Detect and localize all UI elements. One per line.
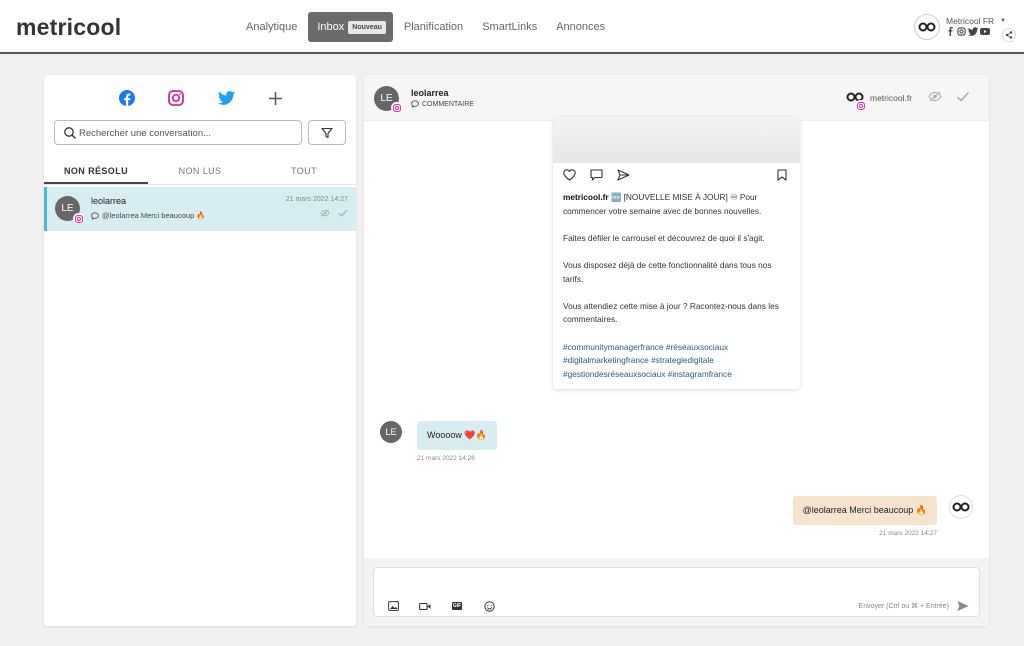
brand-avatar — [914, 14, 940, 40]
emoji-icon[interactable] — [482, 600, 496, 612]
conversation-item[interactable]: LE leolarrea 21 mars 2022 14:27 @leolarr… — [44, 187, 356, 231]
nav-analytics[interactable]: Analytique — [238, 12, 305, 42]
nav-inbox-label: Inbox — [317, 21, 345, 33]
network-filter — [44, 89, 356, 109]
conversation-tabs: NON RÉSOLU NON LUS TOUT — [44, 163, 356, 185]
thread-account-name: metricool.fr — [870, 93, 913, 103]
conversation-actions — [320, 209, 348, 217]
post-author: metricool.fr — [563, 192, 609, 202]
top-navbar: metricool Analytique Inbox Nouveau Planif… — [0, 0, 1024, 54]
account-name: Metricool FR — [946, 16, 995, 26]
post-line: Vous attendiez cette mise à jour ? Racon… — [563, 300, 779, 325]
conversation-list-panel: NON RÉSOLU NON LUS TOUT LE leolarrea 21 … — [44, 75, 356, 626]
facebook-small-icon — [948, 27, 953, 36]
conversation-preview: @leolarrea Merci beaucoup 🔥 — [91, 211, 206, 220]
thread-account: metricool.fr — [844, 90, 912, 111]
nav-inbox[interactable]: Inbox Nouveau — [308, 12, 393, 42]
heart-icon[interactable] — [563, 169, 576, 181]
gif-label: GIF — [451, 602, 463, 610]
tab-unresolved[interactable]: NON RÉSOLU — [44, 163, 148, 184]
send-icon[interactable] — [957, 600, 969, 612]
conversation-date: 21 mars 2022 14:27 — [285, 196, 348, 203]
share-icon[interactable] — [1002, 28, 1016, 42]
check-icon[interactable] — [338, 209, 348, 217]
message-list: metricool.fr 🆕 [NOUVELLE MISE À JOUR] ♾ … — [364, 117, 989, 558]
post-line: Vous disposez déjà de cette fonctionnali… — [563, 259, 772, 284]
post-caption: metricool.fr 🆕 [NOUVELLE MISE À JOUR] ♾ … — [563, 191, 793, 389]
composer-area: GIF Envoyer (Ctrl ou ⌘ + Entrée) — [364, 558, 989, 626]
image-icon[interactable] — [386, 600, 400, 612]
post-actions — [563, 169, 788, 183]
post-hashtags[interactable]: #communitymanagerfrance #réseauxsociaux … — [563, 341, 793, 382]
incoming-message-date: 21 mars 2022 14:26 — [417, 455, 475, 462]
thread-type: COMMENTAIRE — [411, 100, 474, 108]
nav-ads[interactable]: Annonces — [548, 12, 613, 42]
bookmark-icon[interactable] — [777, 169, 787, 181]
nav-smartlinks[interactable]: SmartLinks — [474, 12, 545, 42]
comment-icon — [91, 211, 99, 220]
mark-unread-eye-icon[interactable] — [928, 91, 942, 102]
new-badge: Nouveau — [348, 21, 386, 34]
reply-composer[interactable]: GIF Envoyer (Ctrl ou ⌘ + Entrée) — [373, 567, 980, 617]
nav-planning[interactable]: Planification — [396, 12, 471, 42]
tab-all[interactable]: TOUT — [252, 163, 356, 184]
thread-actions — [928, 91, 970, 102]
gif-icon[interactable]: GIF — [450, 600, 464, 612]
conversation-thread-panel: LE leolarrea COMMENTAIRE metricool.fr me… — [364, 75, 989, 626]
post-line: Faites défiler le carrousel et découvrez… — [563, 232, 765, 243]
thread-header: LE leolarrea COMMENTAIRE metricool.fr — [364, 75, 989, 121]
youtube-small-icon — [980, 28, 990, 35]
twitter-small-icon — [968, 27, 978, 36]
outgoing-message: @leolarrea Merci beaucoup 🔥 — [792, 496, 937, 525]
tab-unread[interactable]: NON LUS — [148, 163, 252, 184]
instagram-icon[interactable] — [167, 89, 185, 107]
conversation-search — [54, 120, 302, 145]
metricool-logo[interactable]: metricool — [16, 14, 121, 41]
composer-tools: GIF — [386, 600, 496, 612]
account-switcher[interactable]: Metricool FR ▼ — [914, 14, 1018, 42]
comment-icon — [411, 100, 419, 108]
instagram-badge-icon — [391, 102, 402, 113]
account-network-icons — [946, 27, 990, 36]
plus-icon[interactable] — [266, 89, 284, 107]
comment-icon[interactable] — [590, 169, 603, 181]
twitter-icon[interactable] — [217, 89, 235, 107]
thread-type-label: COMMENTAIRE — [422, 100, 474, 108]
outgoing-message-date: 21 mars 2022 14:27 — [879, 530, 937, 537]
conversation-name: leolarrea — [91, 196, 127, 206]
filter-button[interactable] — [308, 120, 346, 145]
metricool-brand-icon — [918, 22, 936, 32]
facebook-icon[interactable] — [118, 89, 136, 107]
thread-username: leolarrea — [411, 88, 449, 98]
brand-avatar — [949, 495, 973, 519]
post-image — [553, 117, 800, 163]
video-icon[interactable] — [418, 600, 432, 612]
caret-down-icon[interactable]: ▼ — [1000, 18, 1006, 24]
search-input[interactable] — [79, 124, 297, 142]
main-nav: Analytique Inbox Nouveau Planification Sm… — [238, 12, 616, 42]
eye-slash-icon[interactable] — [320, 209, 330, 217]
filter-icon — [321, 127, 333, 138]
avatar: LE — [380, 421, 402, 443]
send-hint: Envoyer (Ctrl ou ⌘ + Entrée) — [858, 603, 949, 610]
instagram-badge-icon — [73, 213, 84, 224]
search-icon — [64, 127, 76, 139]
incoming-message: Woooow ❤️🔥 — [417, 421, 497, 450]
send-icon[interactable] — [617, 169, 630, 181]
resolve-check-icon[interactable] — [956, 91, 970, 102]
instagram-small-icon — [957, 27, 966, 36]
conversation-preview-text: @leolarrea Merci beaucoup 🔥 — [102, 211, 206, 220]
instagram-badge-icon — [855, 100, 866, 111]
instagram-post-card: metricool.fr 🆕 [NOUVELLE MISE À JOUR] ♾ … — [553, 117, 800, 389]
metricool-brand-icon — [952, 502, 970, 512]
